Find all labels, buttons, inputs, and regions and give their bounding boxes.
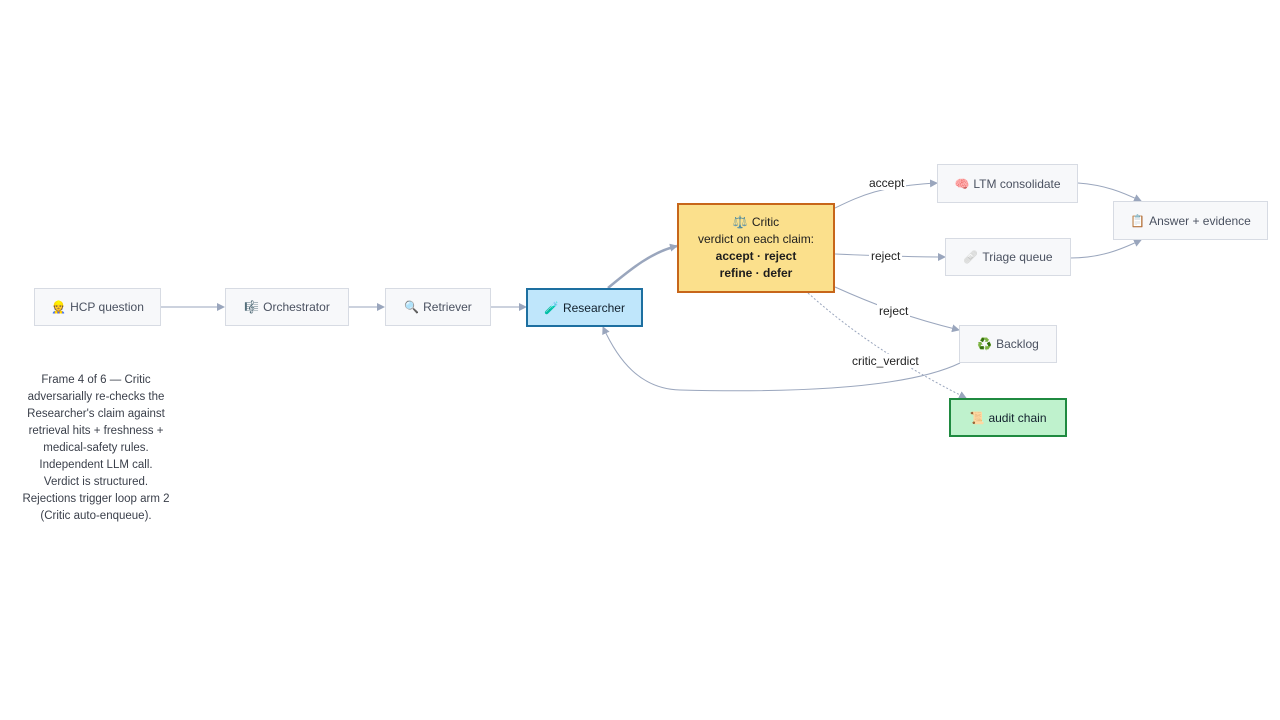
music-score-icon: 🎼 — [244, 300, 260, 314]
node-backlog[interactable]: ♻️ Backlog — [959, 325, 1057, 363]
brain-icon: 🧠 — [954, 176, 970, 191]
test-tube-icon: 🧪 — [544, 300, 559, 315]
edge-ltm-answer — [1077, 182, 1142, 202]
node-ltm-consolidate[interactable]: 🧠 LTM consolidate — [937, 164, 1078, 203]
worker-icon: 👷 — [51, 300, 67, 314]
node-label: HCP question — [70, 300, 144, 314]
critic-title: Critic — [751, 215, 780, 229]
magnifier-icon: 🔍 — [404, 300, 420, 314]
node-researcher[interactable]: 🧪 Researcher — [526, 288, 643, 327]
node-answer-evidence[interactable]: 📋 Answer + evidence — [1113, 201, 1268, 240]
critic-line-refine-defer: refine · defer — [719, 266, 793, 280]
edges-layer — [161, 179, 1142, 399]
bandage-icon: 🩹 — [963, 250, 979, 264]
node-label: Orchestrator — [263, 300, 330, 314]
critic-title-row: ⚖️ Critic — [733, 214, 779, 231]
edge-triage-answer — [1069, 239, 1142, 259]
edge-label-accept: accept — [867, 176, 907, 190]
node-label: Researcher — [562, 300, 625, 315]
edge-researcher-critic — [607, 243, 678, 289]
node-retriever[interactable]: 🔍 Retriever — [385, 288, 491, 326]
edge-label-reject-backlog: reject — [877, 304, 911, 318]
frame-caption: Frame 4 of 6 — Critic adversarially re-c… — [22, 374, 170, 522]
node-label: Answer + evidence — [1149, 213, 1251, 228]
node-triage-queue[interactable]: 🩹 Triage queue — [945, 238, 1071, 276]
node-audit-chain[interactable]: 📜 audit chain — [949, 398, 1067, 437]
node-orchestrator[interactable]: 🎼 Orchestrator — [225, 288, 349, 326]
edge-label-reject-triage: reject — [869, 249, 903, 263]
critic-line-accept-reject: accept · reject — [715, 249, 797, 263]
node-label: Triage queue — [982, 250, 1053, 264]
flow-diagram: 👷 HCP question 🎼 Orchestrator 🔍 Retrieve… — [0, 0, 1280, 720]
node-label: audit chain — [988, 410, 1047, 425]
node-label: LTM consolidate — [973, 176, 1061, 191]
node-critic[interactable]: ⚖️ Critic verdict on each claim: accept … — [677, 203, 835, 293]
scroll-icon: 📜 — [969, 410, 985, 425]
node-hcp-question[interactable]: 👷 HCP question — [34, 288, 161, 326]
critic-line-verdict: verdict on each claim: — [697, 232, 815, 246]
node-label: Backlog — [996, 337, 1039, 351]
node-label: Retriever — [423, 300, 472, 314]
edge-label-critic-verdict: critic_verdict — [850, 354, 921, 368]
recycle-icon: ♻️ — [977, 337, 993, 351]
clipboard-icon: 📋 — [1130, 213, 1146, 228]
scales-icon: ⚖️ — [732, 215, 748, 229]
